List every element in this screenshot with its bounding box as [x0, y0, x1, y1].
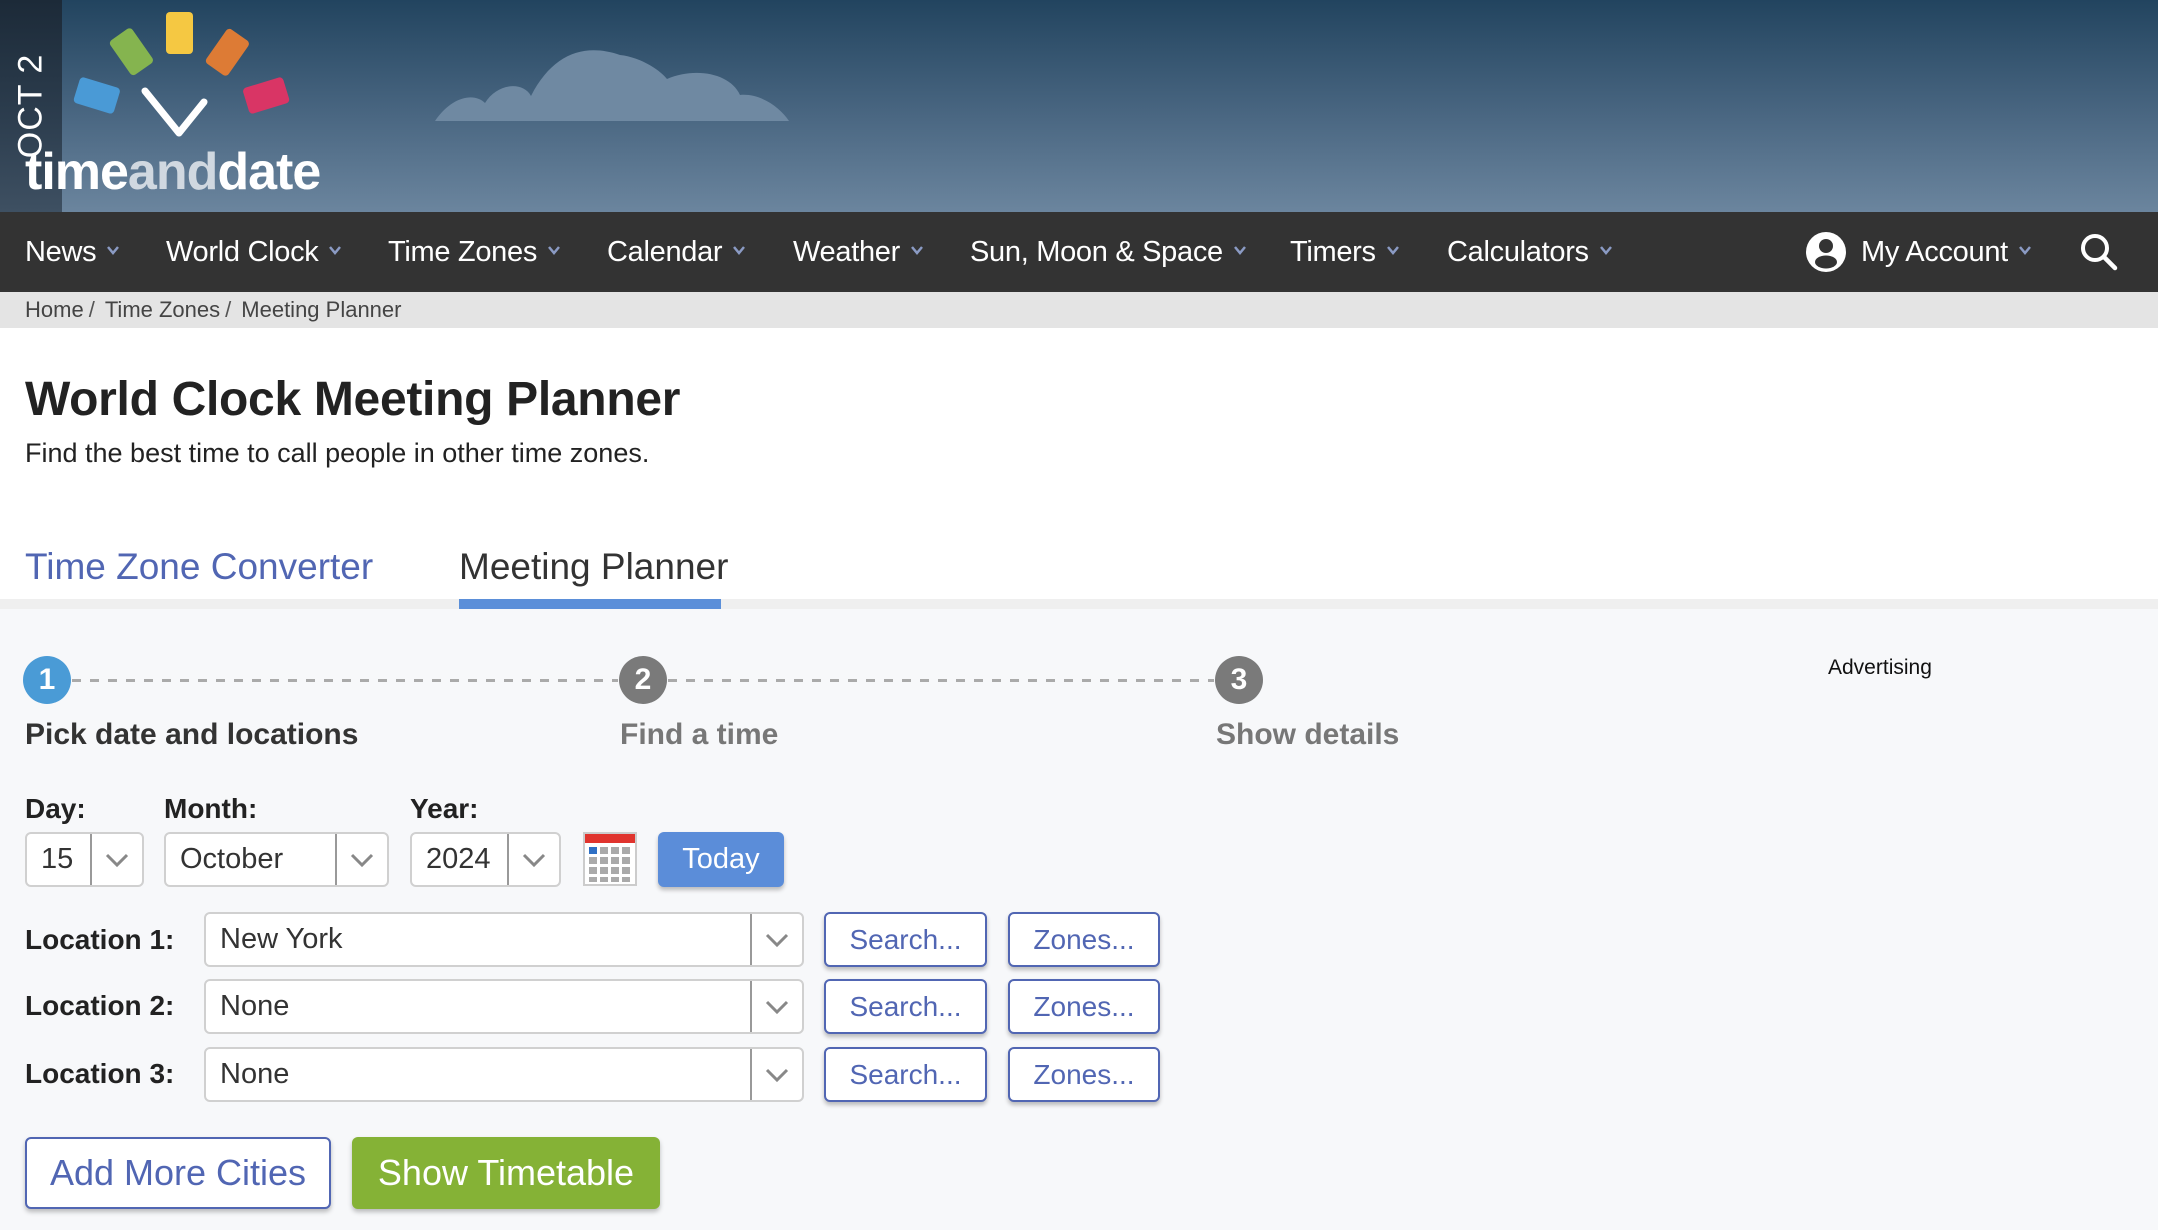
day-label: Day: [25, 793, 86, 824]
logo-wordmark: timeanddate [25, 142, 321, 202]
location-2-select[interactable]: None [204, 979, 804, 1034]
location-3-select[interactable]: None [204, 1047, 804, 1102]
location-1-search-button[interactable]: Search... [824, 912, 987, 967]
cloud-icon [435, 50, 789, 121]
main-nav: News World Clock Time Zones Calendar Wea… [0, 212, 2158, 292]
year-label: Year: [410, 793, 479, 824]
location-1-value: New York [220, 923, 343, 955]
day-value: 15 [41, 843, 74, 875]
nav-item-label: Calendar [607, 235, 723, 268]
nav-item-label: Calculators [1447, 235, 1589, 268]
today-button[interactable]: Today [658, 832, 784, 887]
breadcrumb-meeting-planner: Meeting Planner [241, 297, 402, 322]
chevron-down-icon [1233, 243, 1247, 257]
nav-item-label: News [25, 235, 97, 268]
page-header: World Clock Meeting Planner Find the bes… [0, 328, 2158, 599]
add-more-cities-button[interactable]: Add More Cities [25, 1137, 331, 1209]
tab-meeting-planner[interactable]: Meeting Planner [459, 546, 728, 588]
nav-item-label: Sun, Moon & Space [970, 235, 1223, 268]
step-3-label: Show details [1216, 718, 1400, 751]
nav-item-world-clock[interactable]: World Clock [166, 212, 342, 292]
breadcrumb-separator: / [225, 297, 232, 322]
day-select[interactable]: 15 [25, 832, 144, 887]
logo-word-time: time [25, 143, 129, 201]
step-1-indicator: 1 [23, 656, 71, 704]
nav-item-time-zones[interactable]: Time Zones [388, 212, 561, 292]
location-1-label: Location 1: [25, 924, 175, 955]
breadcrumb-home[interactable]: Home [25, 297, 84, 323]
chevron-down-icon [750, 1049, 802, 1100]
page-title: World Clock Meeting Planner [25, 373, 681, 426]
nav-item-label: World Clock [166, 235, 319, 268]
active-tab-indicator [459, 599, 721, 609]
show-timetable-button[interactable]: Show Timetable [352, 1137, 660, 1209]
month-select[interactable]: October [164, 832, 389, 887]
nav-item-label: Weather [793, 235, 900, 268]
my-account-label: My Account [1861, 235, 2008, 268]
location-3-value: None [220, 1058, 290, 1090]
location-3-label: Location 3: [25, 1058, 175, 1089]
month-label: Month: [164, 793, 258, 824]
nav-item-timers[interactable]: Timers [1290, 212, 1400, 292]
logo-word-date: date [217, 143, 321, 201]
step-connector [72, 679, 618, 682]
location-1-zones-button[interactable]: Zones... [1008, 912, 1160, 967]
breadcrumb: Home / Time Zones / Meeting Planner [0, 292, 2158, 328]
chevron-down-icon [910, 243, 924, 257]
location-2-value: None [220, 990, 290, 1022]
nav-item-sun-moon-space[interactable]: Sun, Moon & Space [970, 212, 1247, 292]
chevron-down-icon [547, 243, 561, 257]
nav-item-calculators[interactable]: Calculators [1447, 212, 1613, 292]
calendar-icon[interactable] [583, 832, 637, 886]
step-3-indicator: 3 [1215, 656, 1263, 704]
page-subtitle: Find the best time to call people in oth… [25, 438, 650, 468]
breadcrumb-separator: / [88, 297, 95, 322]
site-header: OCT 2 timeanddate [0, 0, 2158, 212]
nav-item-label: Time Zones [388, 235, 538, 268]
chevron-down-icon [1599, 243, 1613, 257]
nav-item-weather[interactable]: Weather [793, 212, 924, 292]
tab-bar-divider [0, 599, 2158, 609]
location-2-search-button[interactable]: Search... [824, 979, 987, 1034]
breadcrumb-time-zones[interactable]: Time Zones [105, 297, 220, 323]
chevron-down-icon [507, 834, 559, 885]
step-1-label: Pick date and locations [25, 718, 359, 751]
chevron-down-icon [750, 914, 802, 965]
location-2-label: Location 2: [25, 990, 175, 1021]
step-connector [668, 679, 1214, 682]
month-value: October [180, 843, 284, 875]
chevron-down-icon [750, 981, 802, 1032]
chevron-down-icon [1386, 243, 1400, 257]
chevron-down-icon [106, 243, 120, 257]
chevron-down-icon [732, 243, 746, 257]
tab-time-zone-converter[interactable]: Time Zone Converter [25, 546, 373, 588]
logo-clock-icon [73, 12, 290, 137]
step-2-label: Find a time [620, 718, 779, 751]
advertising-label: Advertising [1828, 656, 1932, 679]
chevron-down-icon [2018, 243, 2032, 257]
nav-item-calendar[interactable]: Calendar [607, 212, 746, 292]
user-circle-icon [1806, 232, 1846, 272]
logo-word-and: and [127, 143, 218, 201]
location-1-select[interactable]: New York [204, 912, 804, 967]
year-select[interactable]: 2024 [410, 832, 561, 887]
location-2-zones-button[interactable]: Zones... [1008, 979, 1160, 1034]
nav-item-label: Timers [1290, 235, 1376, 268]
location-3-zones-button[interactable]: Zones... [1008, 1047, 1160, 1102]
site-logo[interactable]: timeanddate [20, 8, 340, 203]
my-account-menu[interactable]: My Account [1806, 212, 2032, 292]
year-value: 2024 [426, 843, 491, 875]
chevron-down-icon [335, 834, 387, 885]
nav-item-news[interactable]: News [25, 212, 120, 292]
chevron-down-icon [328, 243, 342, 257]
chevron-down-icon [90, 834, 142, 885]
step-2-indicator: 2 [619, 656, 667, 704]
search-icon[interactable] [2078, 231, 2120, 273]
location-3-search-button[interactable]: Search... [824, 1047, 987, 1102]
